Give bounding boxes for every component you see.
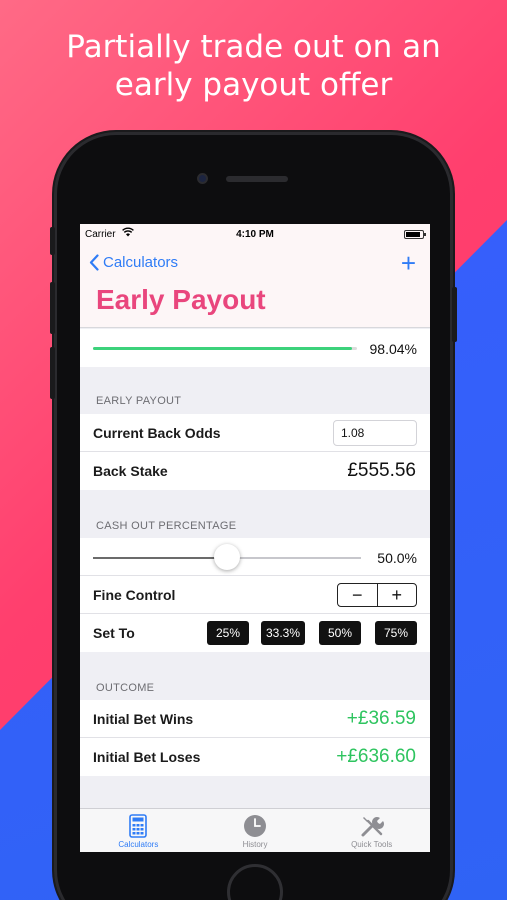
increment-button[interactable]: + <box>378 584 417 606</box>
clock-icon <box>244 815 266 837</box>
fine-control-label: Fine Control <box>93 586 176 603</box>
back-button[interactable]: Calculators <box>89 254 178 271</box>
volume-down-button <box>50 347 55 399</box>
initial-bet-wins-value: +£36.59 <box>346 707 416 729</box>
cash-out-group: 50.0% Fine Control − + Set To 25% 33.3% … <box>80 538 430 652</box>
headline-line-1: Partially trade out on an <box>66 29 441 65</box>
current-back-odds-row: Current Back Odds <box>80 414 430 452</box>
initial-bet-loses-label: Initial Bet Loses <box>93 749 201 765</box>
set-to-row: Set To 25% 33.3% 50% 75% <box>80 614 430 652</box>
status-bar: Carrier 4:10 PM <box>80 224 430 244</box>
tab-history[interactable]: History <box>197 809 314 852</box>
section-header-cash-out: CASH OUT PERCENTAGE <box>96 520 237 532</box>
progress-group: 98.04% <box>80 329 430 367</box>
tab-quick-tools-label: Quick Tools <box>351 840 393 849</box>
back-stake-value: £555.56 <box>347 460 416 481</box>
tab-quick-tools[interactable]: Quick Tools <box>313 809 430 852</box>
decrement-button[interactable]: − <box>338 584 378 606</box>
tab-calculators-label: Calculators <box>118 840 159 849</box>
early-payout-group: Current Back Odds Back Stake £555.56 <box>80 414 430 490</box>
initial-bet-wins-label: Initial Bet Wins <box>93 710 194 727</box>
set-to-label: Set To <box>93 625 135 641</box>
chevron-left-icon <box>89 254 99 271</box>
section-header-early-payout: EARLY PAYOUT <box>96 395 182 407</box>
initial-bet-loses-row: Initial Bet Loses +£636.60 <box>80 738 430 776</box>
preset-50-button[interactable]: 50% <box>319 621 361 645</box>
preset-33-button[interactable]: 33.3% <box>261 621 305 645</box>
calculator-icon <box>129 814 148 838</box>
back-stake-label: Back Stake <box>93 463 168 479</box>
initial-bet-wins-row: Initial Bet Wins +£36.59 <box>80 700 430 738</box>
progress-bar-fill <box>93 347 352 350</box>
tab-history-label: History <box>242 840 268 849</box>
app-screen: Carrier 4:10 PM Calculators + Early Payo… <box>80 224 430 852</box>
home-button <box>227 864 283 900</box>
fine-control-stepper: − + <box>337 583 417 607</box>
progress-percent: 98.04% <box>369 341 417 357</box>
power-button <box>452 287 457 342</box>
battery-level <box>406 232 420 237</box>
cash-out-percent: 50.0% <box>377 550 417 566</box>
battery-icon <box>404 230 426 239</box>
marketing-headline: Partially trade out on an early payout o… <box>0 28 507 104</box>
section-header-outcome: OUTCOME <box>96 682 155 694</box>
page-title: Early Payout <box>96 284 266 315</box>
progress-bar <box>93 347 357 350</box>
back-button-label: Calculators <box>103 254 179 271</box>
navigation-bar: Calculators + Early Payout <box>80 244 430 328</box>
headline-line-2: early payout offer <box>114 67 393 103</box>
current-back-odds-input[interactable] <box>333 420 417 446</box>
front-camera <box>197 173 208 184</box>
initial-bet-loses-value: +£636.60 <box>336 746 416 767</box>
mute-switch <box>50 227 55 255</box>
slider-thumb[interactable] <box>214 544 240 570</box>
back-stake-row: Back Stake £555.56 <box>80 452 430 490</box>
tools-icon <box>361 817 384 837</box>
status-time: 4:10 PM <box>236 229 274 240</box>
volume-up-button <box>50 282 55 334</box>
outcome-group: Initial Bet Wins +£36.59 Initial Bet Los… <box>80 700 430 776</box>
add-button[interactable]: + <box>401 249 416 277</box>
earpiece-speaker <box>226 176 288 182</box>
slider-fill <box>93 557 227 559</box>
fine-control-row: Fine Control − + <box>80 576 430 614</box>
current-back-odds-label: Current Back Odds <box>93 424 221 441</box>
cash-out-slider-row: 50.0% <box>80 538 430 576</box>
preset-75-button[interactable]: 75% <box>375 621 417 645</box>
tab-bar: Calculators History Quick Tools <box>80 808 430 852</box>
tab-calculators[interactable]: Calculators <box>80 809 197 852</box>
cash-out-slider[interactable] <box>93 544 361 570</box>
preset-25-button[interactable]: 25% <box>207 621 249 645</box>
